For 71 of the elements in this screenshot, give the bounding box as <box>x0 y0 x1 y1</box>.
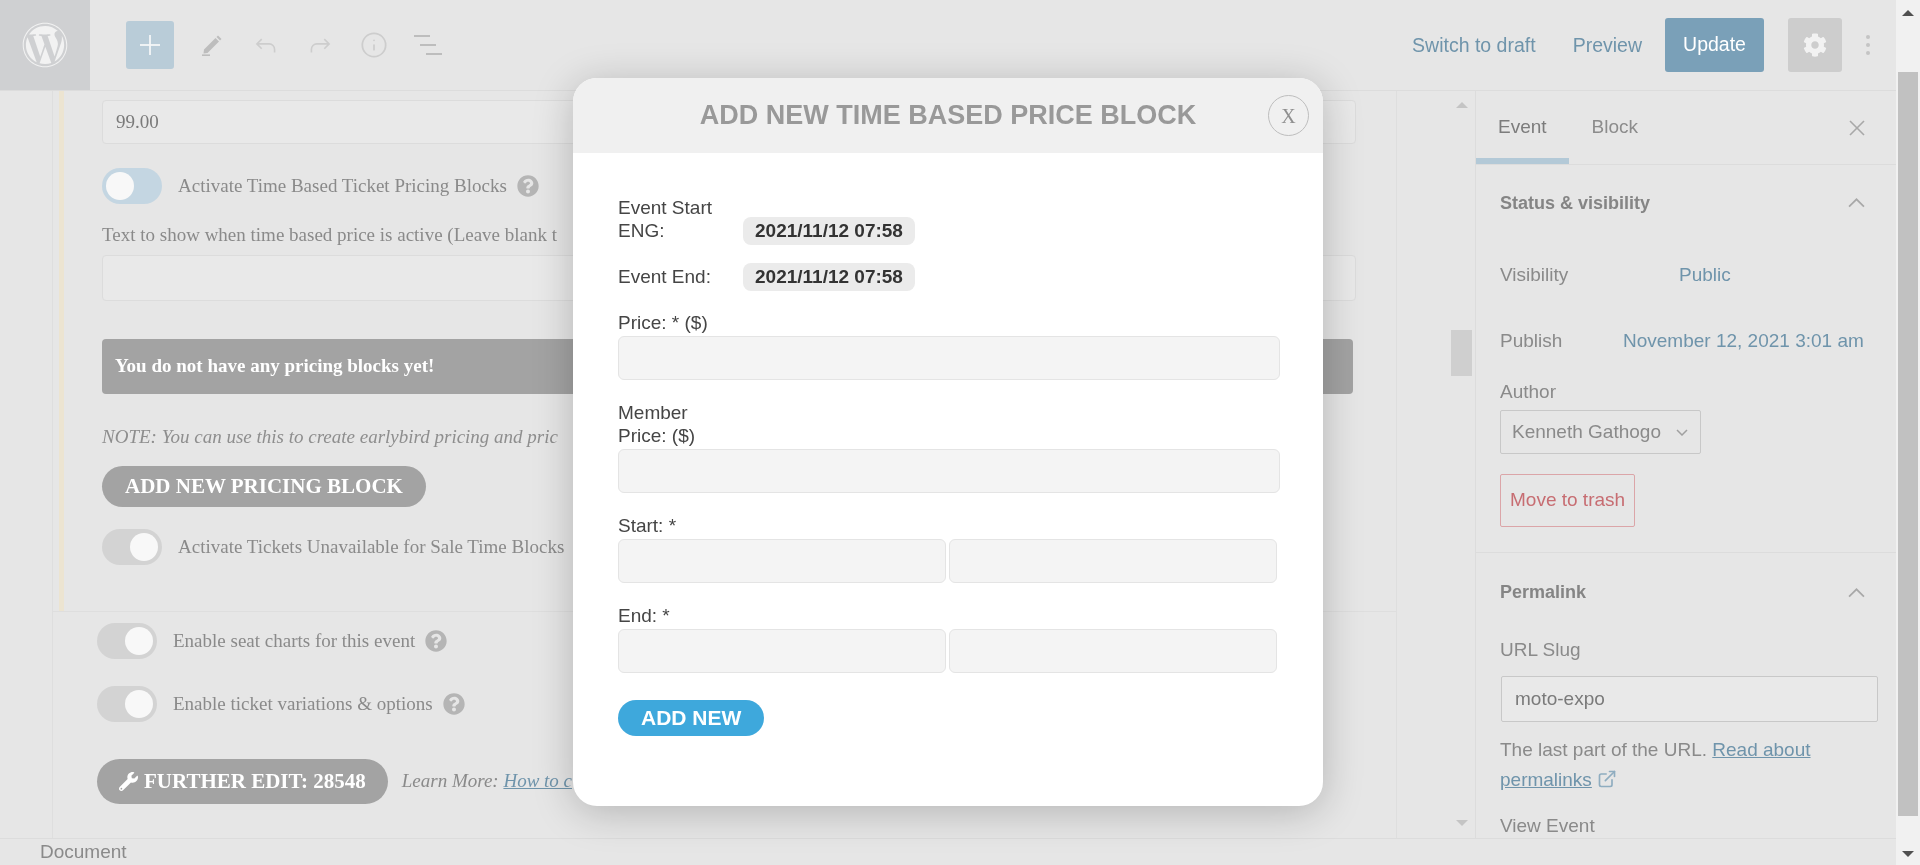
date-input[interactable] <box>618 539 946 583</box>
time-input[interactable] <box>949 539 1277 583</box>
settings-button[interactable] <box>1788 18 1842 72</box>
notice-text: You do not have any pricing blocks yet! <box>115 354 435 379</box>
time-input[interactable] <box>949 629 1277 673</box>
undo-icon <box>255 37 277 53</box>
toggle-label: Activate Time Based Ticket Pricing Blocks <box>178 174 507 198</box>
w-logo-icon <box>22 22 68 68</box>
url-slug-label: URL Slug <box>1500 638 1581 662</box>
field-label: Member Price: ($) <box>618 401 697 447</box>
setting-value-link[interactable]: November 12, 2021 3:01 am <box>1623 326 1864 356</box>
list-view-icon <box>414 35 442 55</box>
preview-link[interactable]: Preview <box>1572 32 1642 58</box>
date-label: Event End: <box>618 265 712 289</box>
add-pricing-block-button[interactable]: ADD NEW PRICING BLOCK <box>102 466 426 507</box>
how-to-link[interactable]: How to c <box>503 770 572 792</box>
date-label: Event Start ENG: <box>618 196 713 243</box>
update-button[interactable]: Update <box>1665 18 1764 72</box>
panel-header[interactable]: Permalink <box>1476 553 1896 632</box>
price-input[interactable] <box>618 449 1280 493</box>
date-input[interactable] <box>618 629 946 673</box>
toggle-switch[interactable] <box>102 529 162 565</box>
toggle-label: Activate Tickets Unavailable for Sale Time Blocks <box>178 535 565 559</box>
move-to-trash-button[interactable]: Move to trash <box>1500 474 1636 527</box>
wrench-icon <box>119 772 138 791</box>
panel-header[interactable]: Status & visibility <box>1476 165 1896 241</box>
sidebar-tab[interactable]: Event <box>1476 91 1569 164</box>
setting-label: Publish <box>1500 328 1564 353</box>
add-block-button[interactable] <box>126 21 174 69</box>
document-breadcrumb[interactable]: Document <box>40 840 127 864</box>
toggle-switch[interactable] <box>97 686 157 722</box>
note-text: NOTE: You can use this to create earlybird pricing and pric <box>102 425 558 449</box>
scroll-down-icon[interactable] <box>1902 851 1914 857</box>
learn-more-text: Learn More: How to c <box>401 769 572 794</box>
field-label: Text to show when time based price is active (Leave blank t <box>102 223 558 247</box>
toggle-label: Enable ticket variations & options <box>173 692 433 716</box>
pencil-icon <box>201 34 223 56</box>
permalink-help-text: The last part of the URL. Read about permalinks <box>1500 738 1812 792</box>
further-edit-button[interactable]: FURTHER EDIT: 28548 <box>97 759 388 804</box>
date-value: 2021/11/12 07:58 <box>743 263 915 291</box>
url-slug-input[interactable]: moto-expo <box>1501 676 1878 722</box>
permalinks-link[interactable]: Read about <box>1712 739 1811 760</box>
modal-title: ADD NEW TIME BASED PRICE BLOCK <box>698 99 1198 133</box>
scroll-up-icon[interactable] <box>1902 10 1914 16</box>
permalinks-link[interactable]: permalinks <box>1500 769 1592 790</box>
add-new-button[interactable]: ADD NEW <box>618 700 765 736</box>
switch-to-draft-link[interactable]: Switch to draft <box>1412 32 1536 58</box>
sidebar-tab[interactable]: Block <box>1568 91 1661 164</box>
date-value: 2021/11/12 07:58 <box>743 217 915 245</box>
toggle-label: Enable seat charts for this event <box>173 629 416 653</box>
close-icon <box>1849 119 1865 136</box>
scrollbar-thumb[interactable] <box>1898 72 1918 816</box>
external-link-icon <box>1597 769 1618 789</box>
home-button[interactable] <box>0 0 90 90</box>
author-label: Author <box>1500 380 1556 404</box>
plus-icon <box>140 35 160 55</box>
field-label: End: * <box>618 604 671 627</box>
field-label: Price: * ($) <box>618 311 709 334</box>
chevron-down-icon <box>1676 428 1688 436</box>
kebab-icon <box>1866 35 1870 55</box>
redo-icon <box>309 37 331 53</box>
setting-label: Visibility <box>1500 262 1570 287</box>
field-label: Start: * <box>618 514 678 537</box>
settings-icon <box>1803 33 1827 57</box>
author-select[interactable]: Kenneth Gathogo <box>1500 410 1701 454</box>
price-input[interactable] <box>618 336 1280 380</box>
setting-value-link[interactable]: Public <box>1679 260 1731 290</box>
toggle-switch[interactable] <box>102 168 162 204</box>
toggle-switch[interactable] <box>97 623 157 659</box>
view-event-link[interactable]: View Event <box>1500 816 1595 836</box>
info-icon <box>360 31 388 59</box>
